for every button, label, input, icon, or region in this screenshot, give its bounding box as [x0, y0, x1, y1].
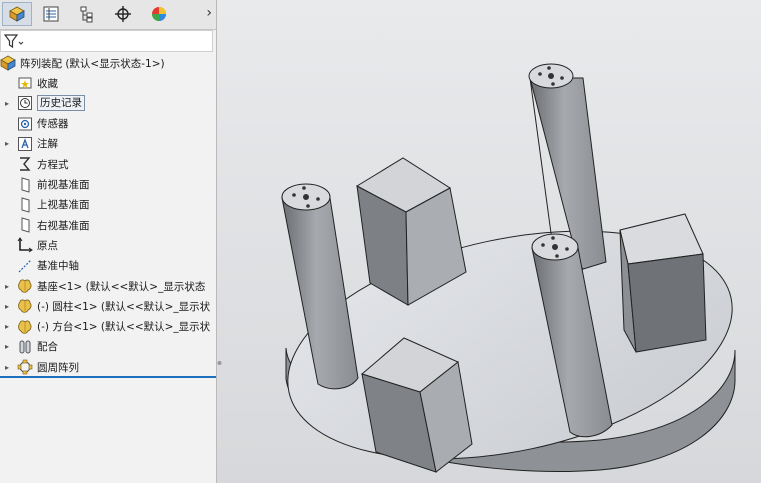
plane-icon — [17, 176, 33, 193]
tree-item-label: 原点 — [37, 239, 58, 252]
part-icon — [17, 278, 33, 294]
axis-icon — [17, 258, 33, 274]
tab-configurationmanager[interactable] — [72, 2, 102, 26]
tree-item-3[interactable]: ▸ 注解 — [0, 134, 216, 154]
origin-icon — [17, 237, 33, 253]
tree-item-9[interactable]: 基准中轴 — [0, 256, 216, 276]
tree-item-12[interactable]: ▸ (-) 方台<1> (默认<<默认>_显示状 — [0, 317, 216, 337]
box-right[interactable] — [619, 213, 707, 353]
tab-dimxpert[interactable] — [108, 2, 138, 26]
tree-item-13[interactable]: ▸ 配合 — [0, 337, 216, 357]
tree-item-label: 阵列装配 (默认<显示状态-1>) — [20, 57, 165, 70]
plane-icon — [17, 197, 33, 213]
tree-item-14[interactable]: ▸ 圆周阵列 — [0, 357, 216, 377]
sensor-icon — [17, 116, 33, 132]
tree-item-label: 右视基准面 — [37, 219, 90, 232]
assembly-icon — [0, 55, 16, 71]
expand-arrow-icon[interactable]: ▸ — [3, 342, 11, 351]
tree-item-label: (-) 方台<1> (默认<<默认>_显示状 — [37, 321, 211, 334]
equation-icon — [17, 156, 33, 172]
tree-item-11[interactable]: ▸ (-) 圆柱<1> (默认<<默认>_显示状 — [0, 296, 216, 316]
tree-item-8[interactable]: 原点 — [0, 235, 216, 255]
expand-arrow-icon[interactable]: ▸ — [3, 363, 11, 372]
tree-item-10[interactable]: ▸ 基座<1> (默认<<默认>_显示状态 — [0, 276, 216, 296]
tree-root-assembly[interactable]: 阵列装配 (默认<显示状态-1>) — [0, 53, 216, 73]
tree-item-label: 收藏 — [37, 77, 58, 90]
feature-manager-panel: › 阵列装配 (默认<显示状态-1>) 收藏 ▸ 历史记录传感器 ▸ 注解方程式前视基准面… — [0, 0, 217, 483]
expand-arrow-icon[interactable]: ▸ — [3, 99, 11, 108]
circular-pattern-icon — [17, 359, 33, 375]
tree-item-label: 前视基准面 — [37, 179, 90, 191]
tree-item-0[interactable]: 收藏 — [0, 73, 216, 93]
tree-item-label: 配合 — [37, 341, 58, 354]
expand-arrow-icon[interactable]: ▸ — [3, 282, 11, 291]
annotation-icon — [17, 136, 33, 152]
tree-item-2[interactable]: 传感器 — [0, 114, 216, 134]
tree-item-label: 传感器 — [37, 118, 69, 131]
tree-item-label: 基准中轴 — [37, 260, 79, 273]
tree-item-6[interactable]: 上视基准面 — [0, 195, 216, 215]
tree-filter[interactable] — [0, 30, 213, 52]
mates-icon — [17, 339, 33, 355]
dimxpert-tab-icon — [115, 6, 131, 22]
filter-icon — [4, 34, 24, 49]
manager-tab-bar: › — [0, 0, 216, 30]
tree-item-5[interactable]: 前视基准面 — [0, 175, 216, 195]
tab-propertymanager[interactable] — [36, 2, 66, 26]
tree-item-1[interactable]: ▸ 历史记录 — [0, 93, 216, 113]
tree-item-label: 圆周阵列 — [37, 361, 79, 374]
tree-item-label: 注解 — [37, 138, 58, 151]
more-tabs-chevron-icon[interactable]: › — [206, 5, 212, 21]
favorites-icon — [17, 75, 33, 91]
history-icon — [17, 95, 33, 111]
tree-item-label: 方程式 — [37, 158, 69, 171]
tab-featuremanager[interactable] — [2, 2, 32, 26]
tree-item-label: 历史记录 — [37, 95, 85, 112]
part-icon — [17, 319, 33, 335]
configurationmanager-tab-icon — [80, 6, 93, 23]
propertymanager-tab-icon — [43, 6, 59, 22]
expand-arrow-icon[interactable]: ▸ — [3, 139, 11, 148]
tree-item-label: 基座<1> (默认<<默认>_显示状态 — [37, 280, 206, 293]
tree-item-7[interactable]: 右视基准面 — [0, 215, 216, 235]
tree-bottom-indicator — [0, 376, 216, 378]
expand-arrow-icon[interactable]: ▸ — [3, 302, 11, 311]
tree-item-label: (-) 圆柱<1> (默认<<默认>_显示状 — [37, 300, 211, 313]
expand-arrow-icon[interactable]: ▸ — [3, 322, 11, 331]
tree-item-label: 上视基准面 — [37, 199, 90, 212]
plane-icon — [17, 217, 33, 233]
panel-resize-handle[interactable] — [217, 350, 222, 376]
featuremanager-tab-icon — [9, 6, 25, 22]
tab-display-manager[interactable] — [144, 2, 174, 26]
display-manager-tab-icon — [152, 7, 166, 21]
part-icon — [17, 298, 33, 314]
tree-item-4[interactable]: 方程式 — [0, 154, 216, 174]
